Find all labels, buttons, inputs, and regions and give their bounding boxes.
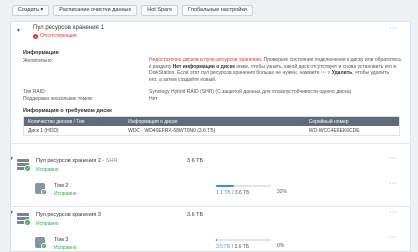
- desc-line2-pre: к разделу: [149, 63, 173, 70]
- raid-label: Тип RAID:: [23, 89, 47, 95]
- desc-label: Желательно:: [23, 58, 54, 64]
- pool-1-status: ! Отсутствующие: [33, 33, 77, 39]
- volume-3-title: Том 3: [54, 237, 69, 243]
- more-dots-icon[interactable]: ···: [389, 234, 398, 241]
- info-title: Информация: [23, 50, 59, 56]
- check-icon: ✓: [41, 243, 47, 249]
- storage-panel: ▾ Пул ресурсов хранения 1 ! Отсутствующи…: [10, 21, 411, 252]
- desc-line1-rest: Проверьте состояние подключения к диску …: [262, 57, 402, 63]
- desc-text: Недостаточно дисков в пуле ресурсов хран…: [149, 57, 409, 83]
- volume-3-usage: 3.5 ГБ / 3.6 ТБ: [216, 244, 249, 250]
- pool-1-title: Пул ресурсов хранения 1: [33, 25, 104, 31]
- error-icon: !: [33, 33, 38, 39]
- pool-2-title: Пул ресурсов хранения 2 - SHR: [36, 158, 118, 164]
- pool-2-row[interactable]: ▾ ✓ Пул ресурсов хранения 2 - SHR Исправ…: [11, 152, 410, 180]
- global-settings-button[interactable]: Глобальные настройки: [182, 4, 253, 16]
- more-dots-icon[interactable]: ···: [389, 209, 398, 216]
- pool-3-size: 3.6 ТБ: [187, 212, 204, 218]
- volume-3-row[interactable]: ✓ Том 3 Исправно 3.5 ГБ / 3.6 ТБ 0% ···: [11, 231, 410, 251]
- volume-3-percent: 0%: [277, 243, 285, 249]
- col-disk-type: Количество дисков / Тип: [28, 118, 85, 125]
- cell-disk-info: WDC - WD40EFRX-68WT0N0 (3.6 ТБ): [128, 127, 216, 134]
- volume-2-progress-fill: [216, 185, 234, 187]
- required-disk-table: Количество дисков / Тип Информация о дис…: [23, 116, 400, 136]
- check-icon: ✓: [24, 219, 31, 226]
- check-icon: ✓: [41, 189, 47, 195]
- volume-2-progress: [216, 185, 271, 187]
- desc-line2-post: ниже, чтобы узнать, какой диск отсутству…: [235, 63, 397, 70]
- volume-2-status: Исправно: [54, 191, 77, 197]
- volume-2-row[interactable]: ✓ Том 2 Исправно 1.1 ТБ / 3.6 ТБ 32% ···: [11, 177, 410, 205]
- volume-2-used: 1.1 ТБ: [216, 190, 231, 196]
- volume-3-progress: [216, 239, 271, 241]
- schedule-button[interactable]: Расписание очистки данных: [53, 4, 138, 16]
- volume-2-percent: 32%: [277, 189, 288, 195]
- volume-2-total: / 3.6 ТБ: [232, 190, 250, 196]
- volume-2-usage: 1.1 ТБ / 3.6 ТБ: [216, 190, 250, 196]
- storage-pool-icon: ✓: [17, 159, 31, 172]
- pool-3-row[interactable]: ▾ ✓ Пул ресурсов хранения 3 Исправно 3.6…: [11, 206, 410, 234]
- cell-serial: WD-WCC4E6EK6CDE: [308, 127, 360, 134]
- col-serial: Серийный номер: [308, 118, 349, 125]
- table-header: Количество дисков / Тип Информация о дис…: [24, 117, 399, 126]
- desc-line2-bold: Нет информации о диске: [172, 63, 235, 70]
- divider: [11, 143, 410, 144]
- hotspare-button[interactable]: Hot Spare: [141, 4, 179, 16]
- desc-line3-post: , чтобы удалить: [352, 70, 390, 76]
- chevron-down-icon[interactable]: ▾: [17, 27, 20, 34]
- pool-1-header[interactable]: ▾ Пул ресурсов хранения 1 ! Отсутствующи…: [11, 22, 410, 39]
- table-row: Диск 1 (HDD) WDC - WD40EFRX-68WT0N0 (3.6…: [24, 126, 399, 135]
- volume-icon: ✓: [35, 237, 48, 250]
- volume-3-used: 3.5 ГБ: [216, 244, 231, 250]
- col-disk-info: Информация о диске: [128, 118, 178, 125]
- desc-line3-bold: Удалить: [331, 70, 353, 76]
- check-icon: ✓: [24, 165, 31, 172]
- create-label: Создать: [18, 6, 39, 13]
- multivolume-label: Поддержка нескольких томов:: [23, 96, 94, 102]
- required-disk-title: Информация о требуемом диске: [23, 108, 113, 114]
- pool-2-title-text: Пул ресурсов хранения 2: [36, 158, 101, 164]
- desc-line3-pre: DiskStation. Если этот пул ресурсов хран…: [149, 70, 321, 76]
- pool-3-title: Пул ресурсов хранения 3: [36, 212, 101, 218]
- cell-disk-type: Диск 1 (HDD): [28, 127, 59, 134]
- pool-2-size: 3.6 ТБ: [187, 158, 204, 164]
- pool-1-status-text: Отсутствующие: [40, 33, 77, 39]
- more-dots-icon[interactable]: ···: [389, 155, 398, 162]
- pool-1-info: Информация: [23, 50, 399, 56]
- volume-3-total: / 3.6 ТБ: [231, 244, 250, 250]
- volume-2-title: Том 2: [54, 183, 69, 189]
- desc-line4: его, а затем создайте новый.: [149, 76, 217, 83]
- multivolume-value: Нет: [149, 96, 158, 102]
- raid-value: Synology Hybrid RAID (SHR) (С защитой да…: [149, 89, 352, 95]
- volume-icon: ✓: [35, 183, 48, 196]
- pool-2-type: SHR: [105, 158, 118, 164]
- desc-warning: Недостаточно дисков в пуле ресурсов хран…: [149, 57, 263, 63]
- toolbar: Создать ▾ Расписание очистки данных Hot …: [0, 0, 418, 20]
- storage-pool-icon: ✓: [17, 213, 31, 226]
- chevron-down-icon[interactable]: ▾: [11, 155, 13, 162]
- more-dots-icon[interactable]: ···: [389, 25, 398, 32]
- chevron-down-icon: ▾: [40, 6, 44, 13]
- chevron-down-icon[interactable]: ▾: [11, 209, 13, 216]
- volume-3-progress-fill: [216, 239, 217, 241]
- volume-3-status: Исправно: [54, 245, 77, 251]
- pool-3-status: Исправно: [36, 221, 59, 227]
- create-button[interactable]: Создать ▾: [12, 4, 50, 16]
- pool-2-status: Исправно: [36, 167, 59, 173]
- more-dots-icon[interactable]: ···: [389, 180, 398, 187]
